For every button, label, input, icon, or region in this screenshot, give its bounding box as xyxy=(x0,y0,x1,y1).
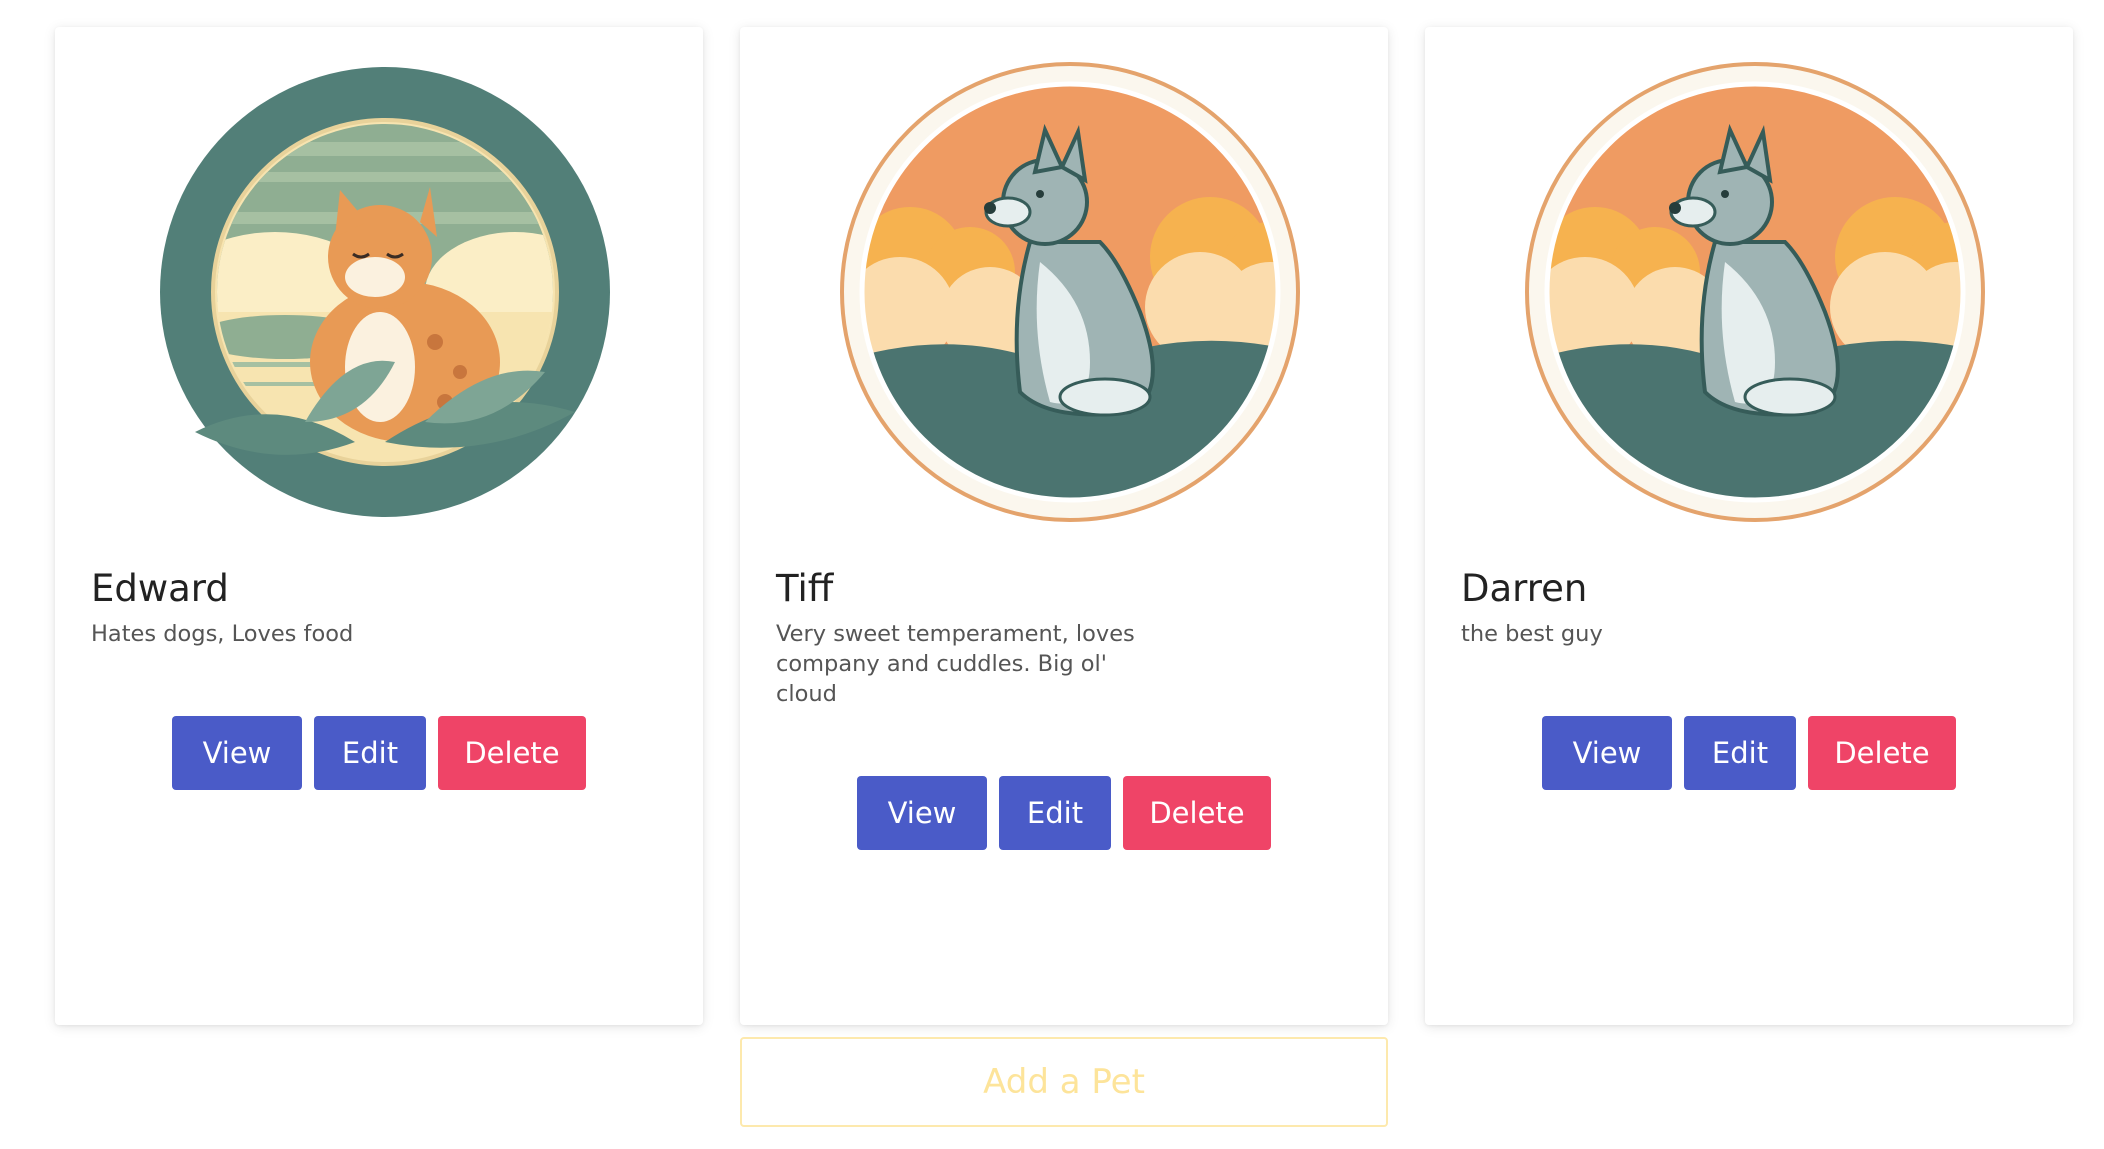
pet-description: Very sweet temperament, loves company an… xyxy=(776,621,1135,707)
pet-name: Darren xyxy=(1461,567,1588,610)
delete-button[interactable]: Delete xyxy=(1808,716,1956,790)
pet-actions: View Edit Delete xyxy=(1542,716,1956,790)
dog-portrait-icon xyxy=(1525,62,1985,522)
add-pet-button[interactable]: Add a Pet xyxy=(740,1037,1388,1127)
pet-card: Tiff Very sweet temperament, loves compa… xyxy=(740,27,1388,1025)
pet-description: Hates dogs, Loves food xyxy=(91,621,354,647)
dog-portrait-icon xyxy=(840,62,1300,522)
pet-list-page: Edward Hates dogs, Loves food View Edit … xyxy=(0,0,2104,1149)
delete-button[interactable]: Delete xyxy=(438,716,586,790)
edit-button[interactable]: Edit xyxy=(314,716,426,790)
pet-name: Edward xyxy=(91,567,229,610)
pet-card: Edward Hates dogs, Loves food View Edit … xyxy=(55,27,703,1025)
delete-button[interactable]: Delete xyxy=(1123,776,1271,850)
view-button[interactable]: View xyxy=(1542,716,1672,790)
view-button[interactable]: View xyxy=(857,776,987,850)
pet-actions: View Edit Delete xyxy=(857,776,1271,850)
edit-button[interactable]: Edit xyxy=(999,776,1111,850)
pet-name: Tiff xyxy=(776,567,834,610)
pet-actions: View Edit Delete xyxy=(172,716,586,790)
view-button[interactable]: View xyxy=(172,716,302,790)
edit-button[interactable]: Edit xyxy=(1684,716,1796,790)
pet-card: Darren the best guy View Edit Delete xyxy=(1425,27,2073,1025)
pet-description: the best guy xyxy=(1461,621,1603,647)
cat-portrait-icon xyxy=(155,62,615,522)
